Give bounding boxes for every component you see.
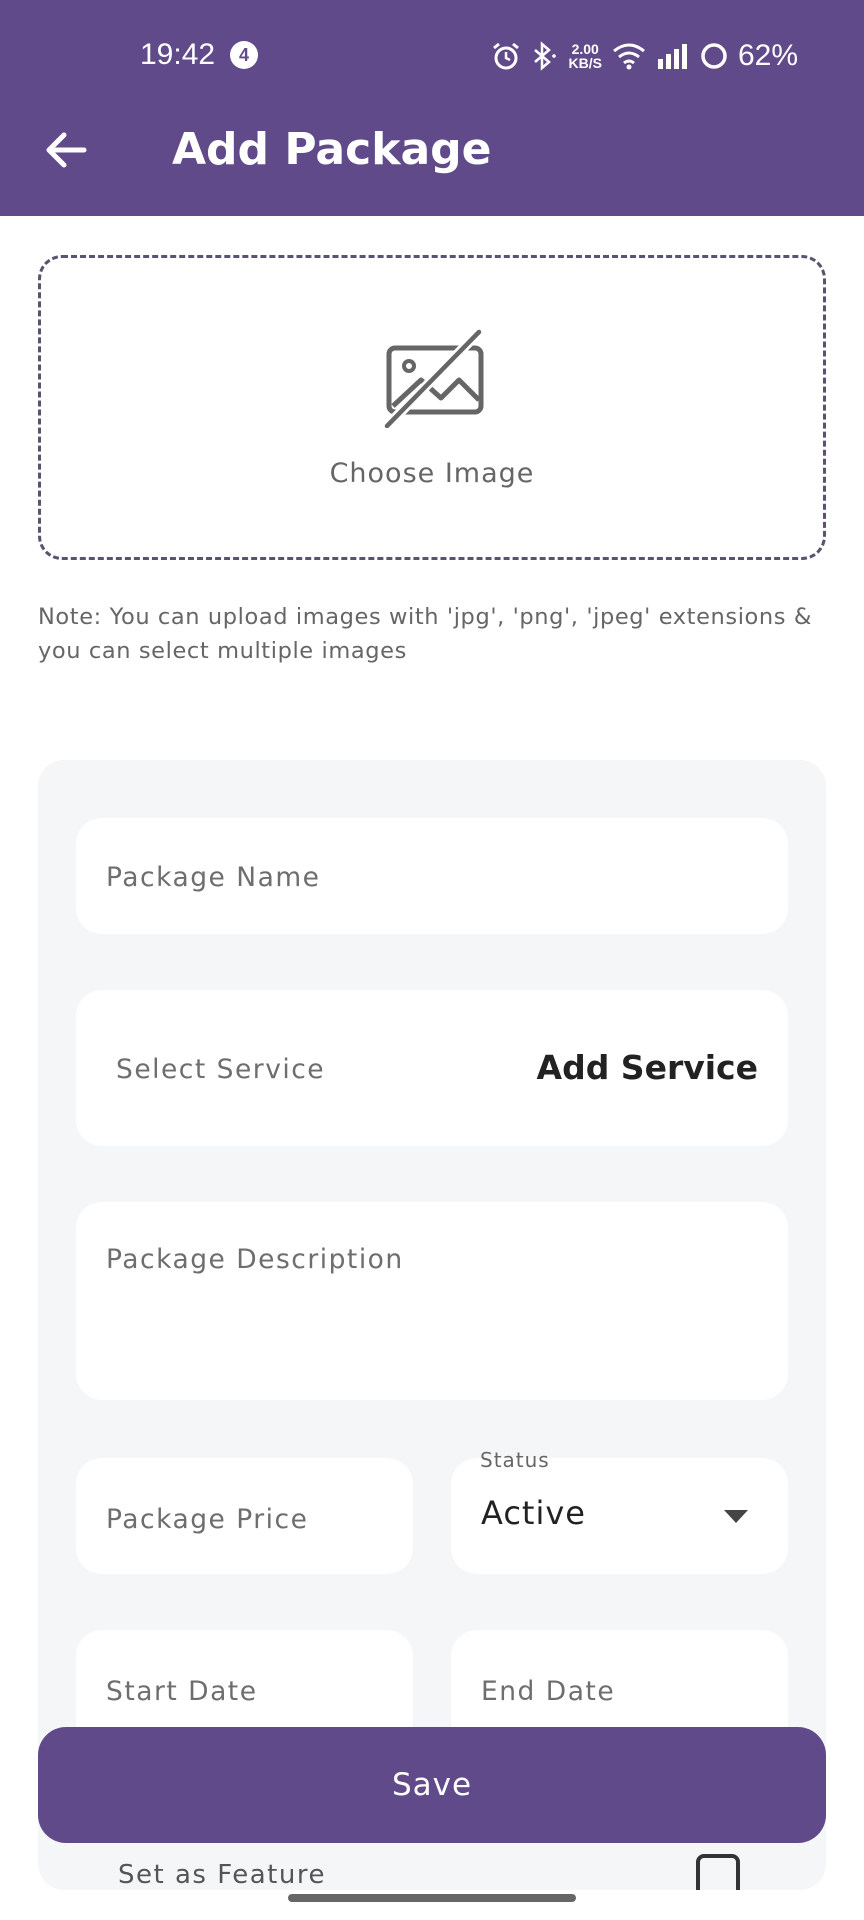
start-date-placeholder: Start Date xyxy=(106,1676,258,1707)
set-as-feature-checkbox[interactable] xyxy=(696,1854,740,1890)
package-name-placeholder: Package Name xyxy=(106,862,321,893)
status-value: Active xyxy=(481,1494,586,1532)
choose-image-label: Choose Image xyxy=(329,458,535,489)
home-indicator[interactable] xyxy=(288,1894,576,1902)
select-service-field[interactable]: Select Service Add Service xyxy=(76,990,788,1146)
save-button[interactable]: Save xyxy=(38,1727,826,1843)
end-date-placeholder: End Date xyxy=(481,1676,616,1707)
package-form: Package Name Select Service Add Service … xyxy=(38,760,826,1890)
status-time: 19:42 xyxy=(140,38,216,71)
package-description-input[interactable]: Package Description xyxy=(76,1202,788,1400)
back-arrow-icon[interactable] xyxy=(44,130,88,170)
net-speed-value: 2.00 xyxy=(571,41,599,57)
package-price-placeholder: Package Price xyxy=(106,1504,309,1535)
net-speed: 2.00 KB/S xyxy=(569,42,602,70)
status-bar: 19:42 4 2.00 KB/S 62% xyxy=(0,38,864,74)
page-title: Add Package xyxy=(172,124,492,175)
battery-ring-icon xyxy=(701,43,727,69)
set-as-feature-label: Set as Feature xyxy=(118,1860,326,1890)
battery-percent: 62% xyxy=(737,39,798,72)
status-dropdown[interactable]: Active xyxy=(451,1458,788,1574)
app-bar: 19:42 4 2.00 KB/S 62% Add Package xyxy=(0,0,864,216)
add-service-button[interactable]: Add Service xyxy=(537,1048,758,1087)
alarm-icon xyxy=(492,42,519,70)
notification-badge: 4 xyxy=(230,41,258,69)
image-picker[interactable]: Choose Image xyxy=(38,255,826,560)
signal-icon xyxy=(657,44,687,69)
package-name-input[interactable]: Package Name xyxy=(76,818,788,934)
title-row: Add Package xyxy=(0,120,864,180)
package-description-placeholder: Package Description xyxy=(106,1244,404,1275)
status-label: Status xyxy=(480,1448,550,1472)
bluetooth-icon xyxy=(533,41,556,71)
net-speed-unit: KB/S xyxy=(568,55,602,71)
select-service-placeholder: Select Service xyxy=(116,1054,326,1085)
upload-note: Note: You can upload images with 'jpg', … xyxy=(38,604,813,664)
status-icons: 2.00 KB/S 62% xyxy=(491,38,798,74)
dropdown-arrow-icon xyxy=(724,1510,748,1523)
wifi-icon xyxy=(613,43,645,70)
package-price-input[interactable]: Package Price xyxy=(76,1458,413,1574)
image-off-icon xyxy=(383,328,484,428)
